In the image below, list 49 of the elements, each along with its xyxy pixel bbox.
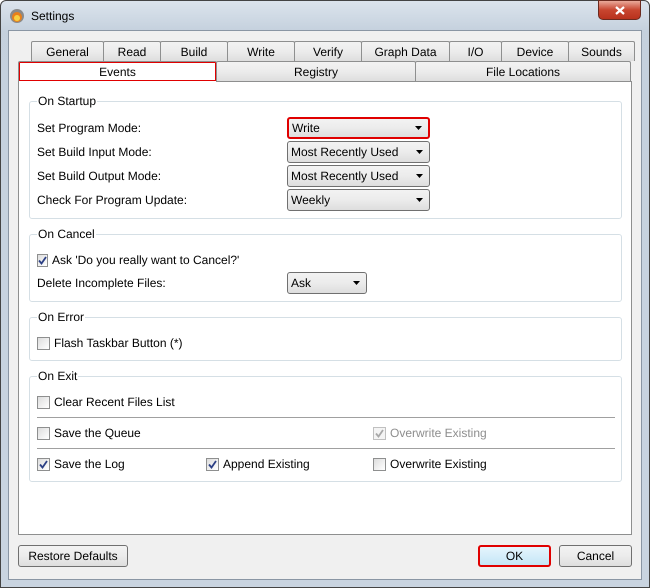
checkbox-label[interactable]: Ask 'Do you really want to Cancel?'	[52, 253, 240, 267]
checkbox[interactable]	[373, 458, 386, 470]
caret-icon	[416, 150, 423, 154]
checkbox[interactable]	[37, 426, 50, 440]
caret-icon	[416, 174, 423, 178]
checkbox[interactable]	[37, 458, 50, 470]
tab[interactable]: I/O	[449, 41, 502, 61]
dialog-button[interactable]: Cancel	[559, 545, 632, 567]
tab[interactable]: Verify	[294, 41, 362, 61]
field-label: Set Build Output Mode:	[37, 169, 162, 183]
close-icon	[614, 6, 624, 14]
window-title: Settings	[31, 8, 74, 22]
dropdown[interactable]: Most Recently Used	[287, 141, 430, 163]
field-label: Set Build Input Mode:	[37, 145, 153, 159]
tab[interactable]: Graph Data	[361, 41, 450, 61]
checkbox-label[interactable]: Save the Queue	[54, 426, 141, 440]
tab[interactable]: Build	[160, 41, 228, 61]
checkbox[interactable]	[37, 396, 50, 408]
checkbox-label[interactable]: Clear Recent Files List	[54, 395, 175, 409]
tab[interactable]: Sounds	[568, 41, 635, 61]
checkbox[interactable]	[37, 336, 50, 350]
tab[interactable]: Device	[501, 41, 569, 61]
tab[interactable]: Read	[103, 41, 161, 61]
field-label: Check For Program Update:	[37, 193, 188, 207]
tab[interactable]: Write	[227, 41, 295, 61]
checkbox[interactable]	[37, 254, 48, 266]
caret-icon	[415, 126, 422, 130]
field-label: Delete Incomplete Files:	[37, 276, 167, 290]
checkbox[interactable]	[206, 458, 219, 470]
tab[interactable]: Registry	[216, 61, 416, 81]
tab[interactable]: File Locations	[415, 61, 631, 81]
checkbox-label[interactable]: Append Existing	[223, 457, 310, 471]
caret-icon	[353, 281, 360, 285]
tab[interactable]: General	[31, 41, 104, 61]
tab[interactable]: Events	[18, 61, 217, 82]
close-button[interactable]	[598, 0, 641, 20]
field-label: Set Program Mode:	[37, 121, 142, 135]
dropdown[interactable]: Write	[287, 117, 430, 139]
group-title: On Startup	[37, 94, 98, 109]
caret-icon	[416, 198, 423, 202]
checkbox-label[interactable]: Save the Log	[54, 457, 125, 471]
dropdown[interactable]: Weekly	[287, 189, 430, 211]
app-icon	[9, 8, 25, 24]
checkbox-label[interactable]: Flash Taskbar Button (*)	[54, 336, 183, 350]
checkbox-label[interactable]: Overwrite Existing	[390, 457, 487, 471]
dropdown[interactable]: Most Recently Used	[287, 165, 430, 187]
dropdown[interactable]: Ask	[287, 272, 367, 294]
dialog-button[interactable]: OK	[478, 545, 551, 567]
dialog-button[interactable]: Restore Defaults	[18, 545, 128, 567]
